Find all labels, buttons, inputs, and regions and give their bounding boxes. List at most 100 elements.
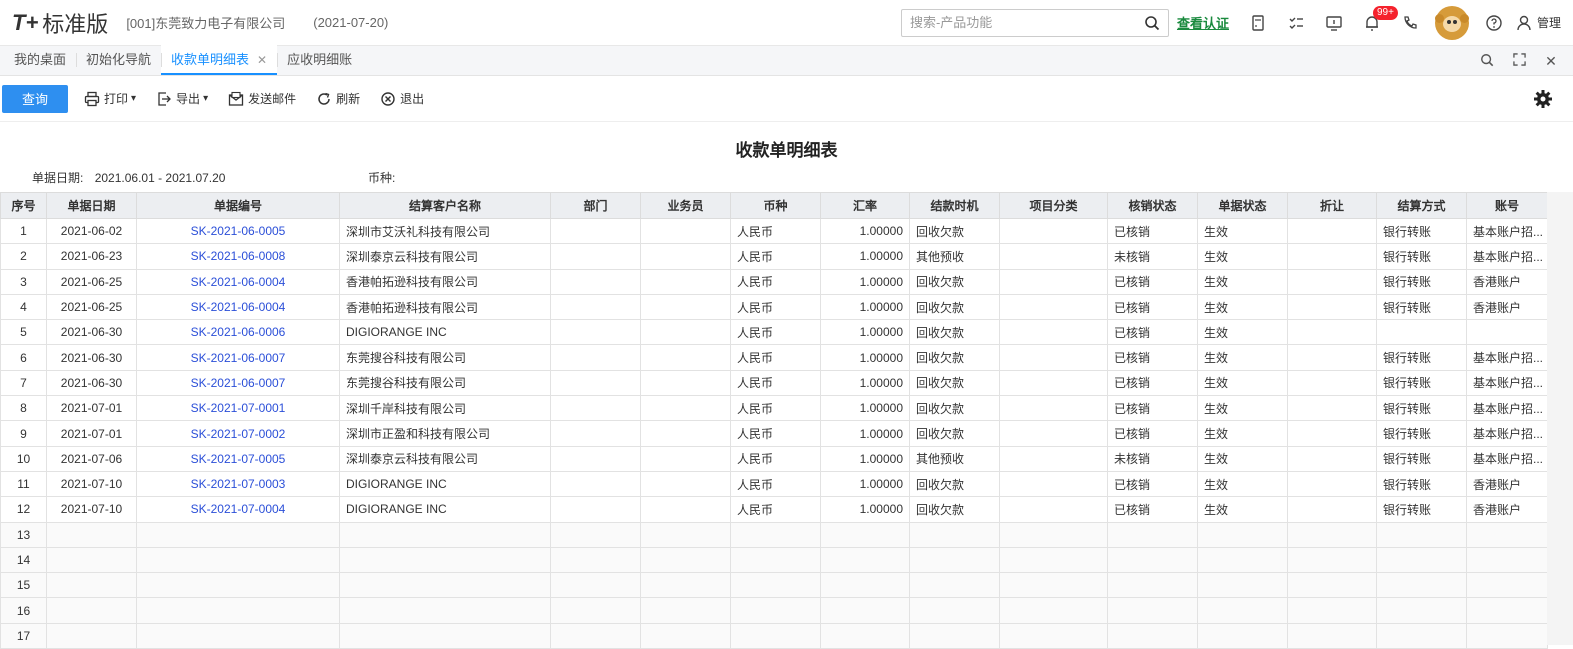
document-number-link[interactable]: SK-2021-07-0002 — [136, 420, 340, 447]
table-cell: 回收欠款 — [909, 344, 1000, 371]
tab-label: 初始化导航 — [86, 52, 152, 67]
table-cell: 12 — [0, 496, 47, 523]
user-avatar[interactable] — [1434, 5, 1469, 40]
table-row[interactable]: 1 2021-06-02 SK-2021-06-0005 深圳市艾沃礼科技有限公司 人民… — [0, 217, 1548, 245]
document-number-link[interactable]: SK-2021-07-0003 — [136, 470, 340, 498]
column-header[interactable]: 结款时机 — [909, 192, 1000, 219]
table-cell: 回收欠款 — [909, 496, 1000, 523]
document-number-link[interactable]: SK-2021-06-0007 — [136, 344, 340, 371]
table-cell: 银行转账 — [1376, 369, 1467, 397]
task-list-icon[interactable] — [1277, 8, 1315, 38]
table-row[interactable]: 11 2021-07-10 SK-2021-07-0003 DIGIORANGE IN… — [0, 470, 1548, 498]
table-row[interactable]: 4 2021-06-25 SK-2021-06-0004 香港帕拓逊科技有限公司 人民币… — [0, 293, 1548, 321]
table-cell: 人民币 — [730, 445, 821, 472]
close-icon[interactable]: ✕ — [257, 53, 267, 67]
send-mail-button[interactable]: 发送邮件 — [228, 90, 296, 107]
vertical-scrollbar[interactable] — [1547, 192, 1573, 645]
table-cell: 2021-07-01 — [46, 420, 137, 447]
document-number-link[interactable]: SK-2021-07-0001 — [136, 395, 340, 422]
tab-receivable-ledger[interactable]: 应收明细账 — [277, 45, 362, 75]
table-row[interactable]: 16 — [0, 597, 1548, 624]
column-header[interactable]: 折让 — [1287, 192, 1377, 219]
print-button[interactable]: 打印 ▾ — [84, 90, 136, 107]
table-cell — [1287, 217, 1377, 245]
table-row[interactable]: 14 — [0, 546, 1548, 574]
column-header[interactable]: 单据状态 — [1197, 192, 1288, 219]
document-number-link[interactable]: SK-2021-07-0005 — [136, 445, 340, 472]
table-cell: 生效 — [1197, 445, 1288, 472]
help-icon[interactable] — [1475, 8, 1513, 38]
tab-search-icon[interactable] — [1471, 53, 1503, 70]
document-number-link[interactable]: SK-2021-06-0007 — [136, 369, 340, 397]
table-cell — [640, 445, 731, 472]
column-header[interactable]: 核销状态 — [1107, 192, 1198, 219]
table-cell — [999, 420, 1108, 447]
table-cell: 回收欠款 — [909, 319, 1000, 346]
table-row[interactable]: 9 2021-07-01 SK-2021-07-0002 深圳市正盈和科技有限公司 人民… — [0, 420, 1548, 447]
column-header[interactable]: 结算客户名称 — [339, 192, 551, 219]
tab-init-guide[interactable]: 初始化导航 — [76, 45, 161, 75]
document-number-link[interactable]: SK-2021-06-0004 — [136, 268, 340, 295]
table-cell: 香港账户 — [1466, 496, 1548, 523]
table-cell: 生效 — [1197, 470, 1288, 498]
search-input[interactable] — [909, 15, 1144, 30]
table-row[interactable]: 7 2021-06-30 SK-2021-06-0007 东莞搜谷科技有限公司 人民币 1… — [0, 369, 1548, 397]
table-row[interactable]: 3 2021-06-25 SK-2021-06-0004 香港帕拓逊科技有限公司 人民币… — [0, 268, 1548, 295]
search-icon[interactable] — [1144, 15, 1160, 31]
document-number-link[interactable]: SK-2021-07-0004 — [136, 496, 340, 523]
table-cell: 基本账户招... — [1466, 420, 1548, 447]
column-header[interactable]: 汇率 — [820, 192, 910, 219]
column-header[interactable]: 单据日期 — [46, 192, 137, 219]
table-row[interactable]: 8 2021-07-01 SK-2021-07-0001 深圳千岸科技有限公司 人民币 1… — [0, 395, 1548, 422]
tab-receipt-detail[interactable]: 收款单明细表 ✕ — [161, 45, 278, 75]
column-header[interactable]: 结算方式 — [1376, 192, 1467, 219]
verify-link[interactable]: 查看认证 — [1177, 13, 1229, 32]
exit-button[interactable]: 退出 — [380, 90, 424, 107]
column-header[interactable]: 序号 — [0, 192, 47, 219]
report-title: 收款单明细表 — [735, 141, 838, 160]
export-button[interactable]: 导出 ▾ — [156, 90, 208, 107]
table-cell: 其他预收 — [909, 445, 1000, 472]
notification-bell-icon[interactable]: 99+ — [1353, 5, 1398, 38]
table-row[interactable]: 12 2021-07-10 SK-2021-07-0004 DIGIORANGE IN… — [0, 496, 1548, 523]
table-cell — [730, 572, 821, 599]
table-cell: 人民币 — [730, 496, 821, 523]
document-number-link[interactable]: SK-2021-06-0008 — [136, 243, 340, 270]
query-button[interactable]: 查询 — [2, 84, 68, 113]
product-search[interactable] — [900, 8, 1169, 37]
close-all-icon[interactable]: ✕ — [1535, 53, 1567, 70]
refresh-button[interactable]: 刷新 — [316, 90, 360, 107]
table-cell — [820, 597, 910, 624]
table-row[interactable]: 2 2021-06-23 SK-2021-06-0008 深圳泰京云科技有限公司 人民币… — [0, 243, 1548, 270]
column-header[interactable]: 部门 — [550, 192, 641, 219]
table-cell — [136, 572, 340, 599]
logo-mark: T+ — [12, 9, 39, 35]
table-row[interactable]: 5 2021-06-30 SK-2021-06-0006 DIGIORANGE INC… — [0, 319, 1548, 346]
table-row[interactable]: 15 — [0, 572, 1548, 599]
table-cell: 人民币 — [730, 293, 821, 321]
login-date: (2021-07-20) — [313, 15, 389, 30]
table-row[interactable]: 6 2021-06-30 SK-2021-06-0007 东莞搜谷科技有限公司 人民币 1… — [0, 344, 1548, 371]
column-header[interactable]: 业务员 — [640, 192, 731, 219]
table-cell — [1287, 445, 1377, 472]
phone-icon[interactable] — [1391, 8, 1429, 38]
column-header[interactable]: 账号 — [1466, 192, 1548, 219]
table-cell — [999, 319, 1108, 346]
tab-desktop[interactable]: 我的桌面 — [4, 45, 76, 75]
table-row[interactable]: 13 — [0, 521, 1548, 548]
screen-icon[interactable] — [1315, 8, 1353, 38]
gear-icon[interactable] — [1533, 89, 1553, 109]
document-number-link[interactable]: SK-2021-06-0006 — [136, 319, 340, 346]
app-logo[interactable]: T+ 标准版 — [12, 7, 108, 39]
table-row[interactable]: 10 2021-07-06 SK-2021-07-0005 深圳泰京云科技有限公司 人民… — [0, 445, 1548, 472]
document-number-link[interactable]: SK-2021-06-0005 — [136, 217, 340, 245]
column-header[interactable]: 项目分类 — [999, 192, 1108, 219]
calculator-icon[interactable] — [1239, 8, 1277, 38]
user-icon[interactable] — [1513, 8, 1535, 38]
fullscreen-icon[interactable] — [1503, 53, 1535, 69]
table-cell: 基本账户招... — [1466, 369, 1548, 397]
admin-label[interactable]: 管理 — [1537, 14, 1561, 31]
column-header[interactable]: 单据编号 — [136, 192, 340, 219]
column-header[interactable]: 币种 — [730, 192, 821, 219]
document-number-link[interactable]: SK-2021-06-0004 — [136, 293, 340, 321]
